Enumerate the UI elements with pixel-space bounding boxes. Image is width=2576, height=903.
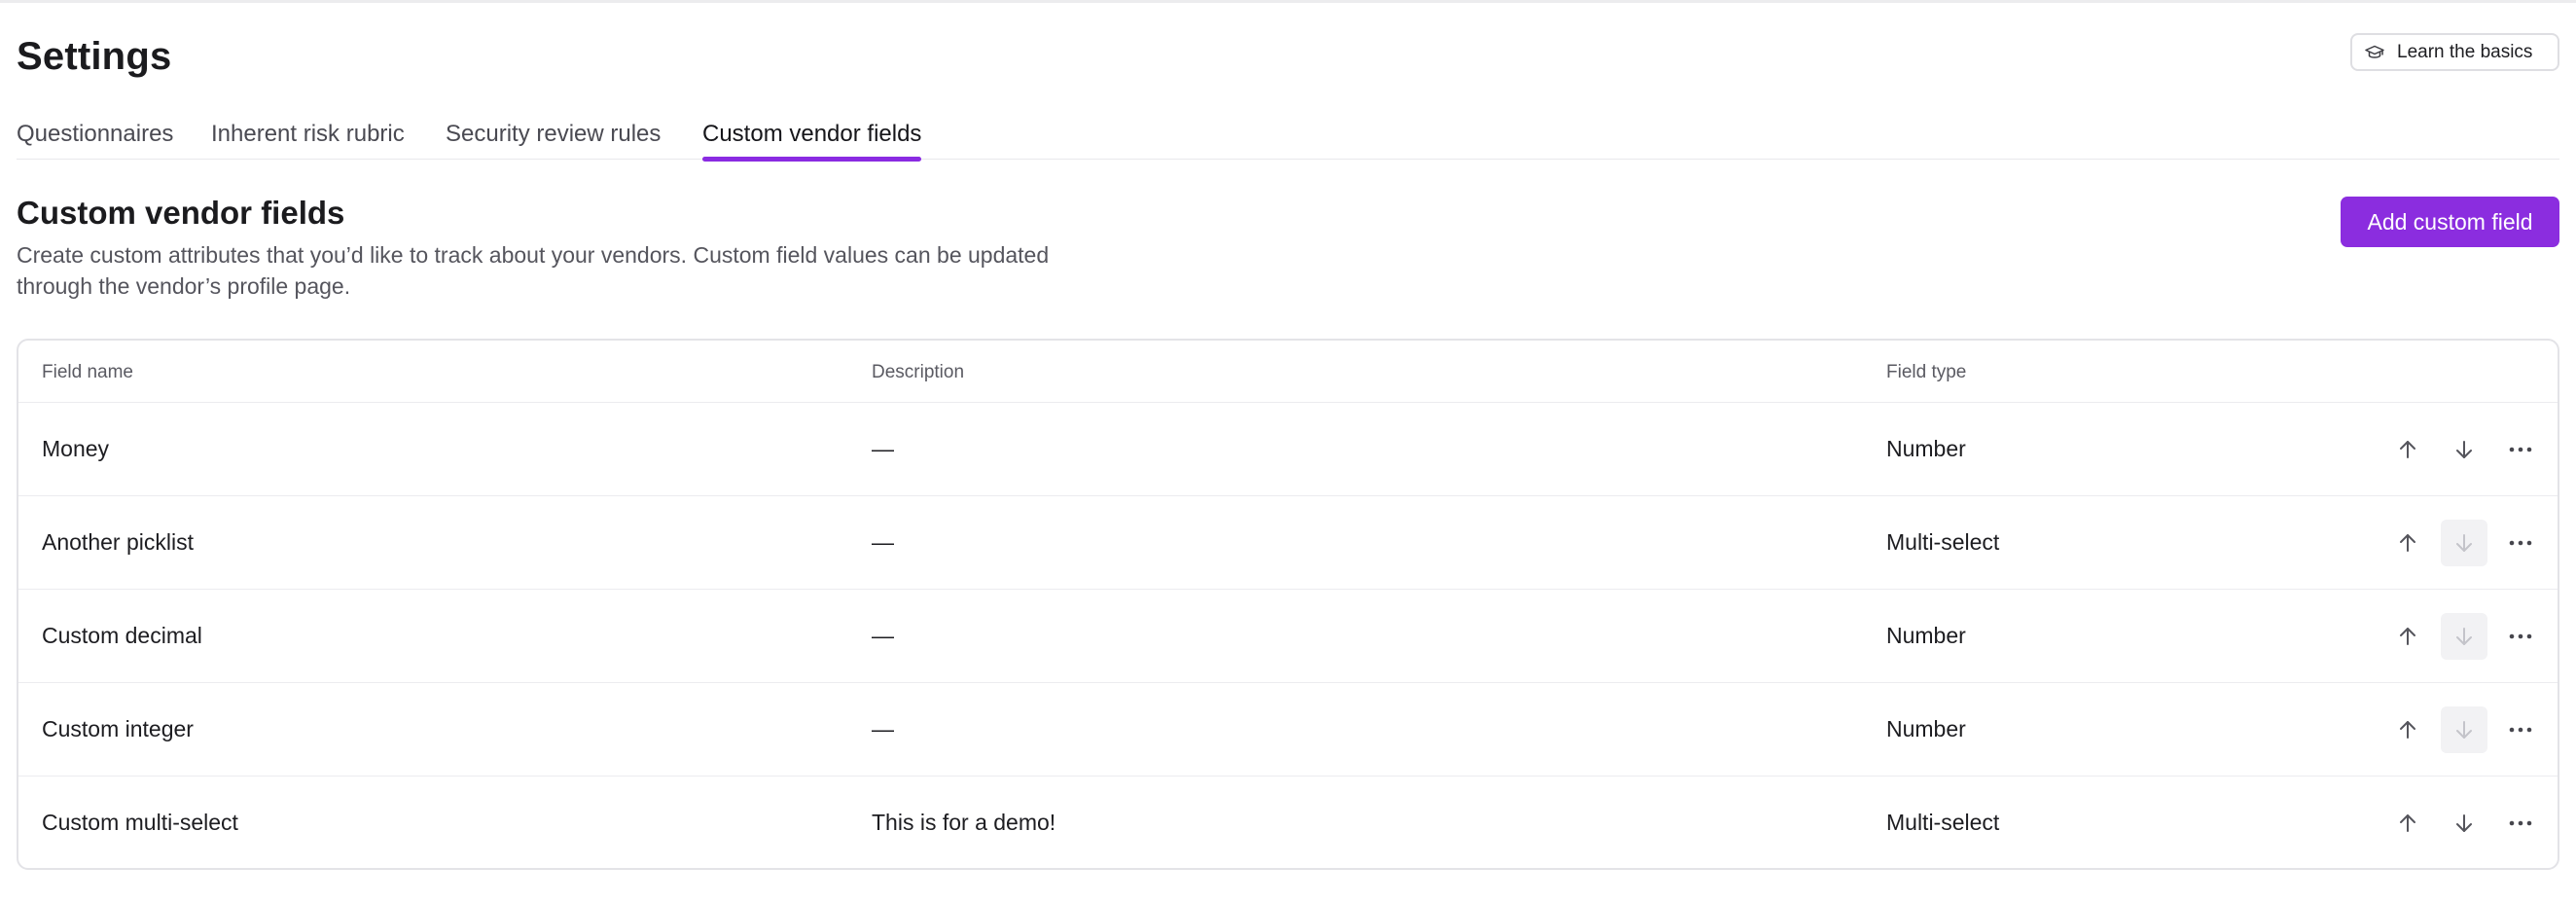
field-type-cell: Number <box>1886 623 1966 648</box>
more-horizontal-icon <box>2509 820 2532 826</box>
graduation-cap-icon <box>2364 44 2385 61</box>
arrow-up-icon <box>2400 628 2415 645</box>
custom-fields-table: Field name Description Field type Money … <box>17 339 2559 870</box>
section-description: Create custom attributes that you’d like… <box>17 242 1050 299</box>
field-description-cell: — <box>872 623 894 648</box>
field-name-cell: Another picklist <box>42 529 194 555</box>
move-up-button[interactable] <box>2384 800 2431 847</box>
field-type-cell: Multi-select <box>1886 529 2000 555</box>
arrow-down-icon <box>2456 441 2472 458</box>
column-header-field-name: Field name <box>42 362 133 382</box>
move-up-button[interactable] <box>2384 706 2431 753</box>
tab-questionnaires[interactable]: Questionnaires <box>17 121 173 160</box>
arrow-down-icon <box>2456 628 2472 645</box>
column-header-field-type: Field type <box>1886 362 1967 382</box>
move-down-button[interactable] <box>2441 520 2487 566</box>
move-down-button[interactable] <box>2441 613 2487 660</box>
arrow-up-icon <box>2400 721 2415 739</box>
tab-custom-vendor-fields[interactable]: Custom vendor fields <box>702 121 922 162</box>
field-description-cell: — <box>872 716 894 741</box>
move-up-button[interactable] <box>2384 613 2431 660</box>
more-horizontal-icon <box>2509 633 2532 639</box>
move-up-button[interactable] <box>2384 520 2431 566</box>
row-actions-button[interactable] <box>2497 800 2544 847</box>
move-up-button[interactable] <box>2384 426 2431 473</box>
arrow-down-icon <box>2456 721 2472 739</box>
column-header-description: Description <box>872 362 965 382</box>
field-description-cell: — <box>872 529 894 555</box>
arrow-up-icon <box>2400 441 2415 458</box>
tab-security-review-rules[interactable]: Security review rules <box>446 121 661 160</box>
table-row: Custom multi-select This is for a demo! … <box>18 777 2558 868</box>
arrow-up-icon <box>2400 814 2415 832</box>
field-name-cell: Custom integer <box>42 716 194 741</box>
settings-tabs: Questionnaires Inherent risk rubric Secu… <box>17 115 2559 162</box>
tab-inherent-risk-rubric[interactable]: Inherent risk rubric <box>211 121 405 160</box>
more-horizontal-icon <box>2509 727 2532 733</box>
more-horizontal-icon <box>2509 447 2532 452</box>
arrow-down-icon <box>2456 814 2472 832</box>
page-title: Settings <box>17 35 172 78</box>
move-down-button[interactable] <box>2441 800 2487 847</box>
more-horizontal-icon <box>2509 540 2532 546</box>
section-title: Custom vendor fields <box>17 195 345 231</box>
add-custom-field-button[interactable]: Add custom field <box>2341 197 2559 247</box>
row-actions-button[interactable] <box>2497 613 2544 660</box>
field-name-cell: Money <box>42 436 110 461</box>
field-description-cell: — <box>872 436 894 461</box>
field-description-cell: This is for a demo! <box>872 810 1056 835</box>
learn-basics-button[interactable]: Learn the basics <box>2350 33 2559 71</box>
arrow-down-icon <box>2456 534 2472 552</box>
move-down-button[interactable] <box>2441 706 2487 753</box>
field-name-cell: Custom decimal <box>42 623 202 648</box>
row-actions-button[interactable] <box>2497 426 2544 473</box>
arrow-up-icon <box>2400 534 2415 552</box>
table-row: Custom decimal — Number <box>18 590 2558 683</box>
table-row: Money — Number <box>18 403 2558 496</box>
field-type-cell: Number <box>1886 716 1966 741</box>
table-header: Field name Description Field type <box>18 341 2558 403</box>
row-actions-button[interactable] <box>2497 520 2544 566</box>
settings-page: Settings Learn the basics Questionnaires… <box>17 0 2559 903</box>
table-row: Custom integer — Number <box>18 683 2558 777</box>
row-actions-button[interactable] <box>2497 706 2544 753</box>
move-down-button[interactable] <box>2441 426 2487 473</box>
field-type-cell: Multi-select <box>1886 810 2000 835</box>
field-type-cell: Number <box>1886 436 1966 461</box>
table-row: Another picklist — Multi-select <box>18 496 2558 590</box>
field-name-cell: Custom multi-select <box>42 810 238 835</box>
learn-basics-label: Learn the basics <box>2397 41 2533 62</box>
